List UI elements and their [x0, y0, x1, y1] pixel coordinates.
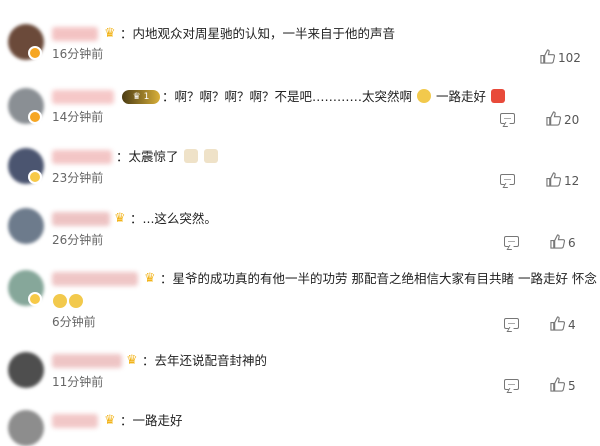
reply-icon[interactable] — [500, 113, 515, 124]
like-count: 102 — [558, 51, 581, 65]
pray-emoji-icon — [53, 294, 67, 308]
candle-emoji-icon — [203, 149, 218, 163]
crown-icon: ♛ — [104, 413, 116, 428]
like-count: 12 — [564, 174, 580, 188]
comment-text: ：太震惊了 — [116, 148, 219, 166]
candle-emoji-icon — [491, 89, 505, 103]
verified-badge-icon — [28, 292, 42, 306]
thumbs-up-icon[interactable] — [550, 377, 565, 392]
pray-emoji-icon — [69, 294, 83, 308]
thumbs-up-icon[interactable] — [550, 234, 565, 249]
avatar[interactable] — [8, 208, 44, 244]
like-count: 4 — [568, 318, 576, 332]
comment-text: ：星爷的成功真的有他一半的功劳 那配音之绝相信大家有目共睹 一路走好 怀念 — [160, 271, 597, 286]
comment-time: 26分钟前 — [52, 233, 104, 247]
crown-icon: ♛ — [126, 353, 138, 368]
candle-emoji-icon — [183, 149, 198, 163]
avatar[interactable] — [8, 410, 44, 446]
comment-time: 14分钟前 — [52, 110, 104, 124]
thumbs-up-icon[interactable] — [540, 49, 555, 64]
username-blurred[interactable] — [52, 354, 122, 368]
crown-icon: ♛ — [144, 271, 156, 286]
comment-text: ：内地观众对周星驰的认知，一半来自于他的声音 — [120, 26, 396, 41]
comment-time: 11分钟前 — [52, 375, 104, 389]
username-blurred[interactable] — [52, 212, 110, 226]
reply-icon[interactable] — [500, 174, 515, 185]
avatar[interactable] — [8, 352, 44, 388]
crown-icon: ♛ — [114, 211, 126, 226]
comment-text: ：去年还说配音封神的 — [142, 353, 268, 368]
verified-badge-icon — [28, 170, 42, 184]
reply-icon[interactable] — [504, 379, 519, 390]
comment-text: ：啊？啊？啊？啊？不是吧…………太突然啊 一路走好 — [162, 88, 506, 106]
username-blurred[interactable] — [52, 272, 138, 286]
level-badge: ♛ 1 — [122, 90, 160, 104]
username-blurred[interactable] — [52, 150, 112, 164]
like-count: 20 — [564, 113, 580, 127]
comment-time: 6分钟前 — [52, 315, 96, 329]
verified-badge-icon — [28, 46, 42, 60]
comment-time: 23分钟前 — [52, 171, 104, 185]
reply-icon[interactable] — [504, 236, 519, 247]
comment-time: 16分钟前 — [52, 47, 104, 61]
comment-text: ：一路走好 — [120, 413, 183, 428]
comment-text: ：...这么突然。 — [130, 211, 217, 226]
reply-icon[interactable] — [504, 318, 519, 329]
username-blurred[interactable] — [52, 90, 114, 104]
crying-emoji-icon — [417, 89, 432, 103]
like-count: 6 — [568, 236, 576, 250]
thumbs-up-icon[interactable] — [546, 172, 561, 187]
username-blurred[interactable] — [52, 27, 98, 41]
username-blurred[interactable] — [52, 414, 98, 428]
thumbs-up-icon[interactable] — [546, 111, 561, 126]
verified-badge-icon — [28, 110, 42, 124]
like-count: 5 — [568, 379, 576, 393]
crown-icon: ♛ — [104, 26, 116, 41]
thumbs-up-icon[interactable] — [550, 316, 565, 331]
